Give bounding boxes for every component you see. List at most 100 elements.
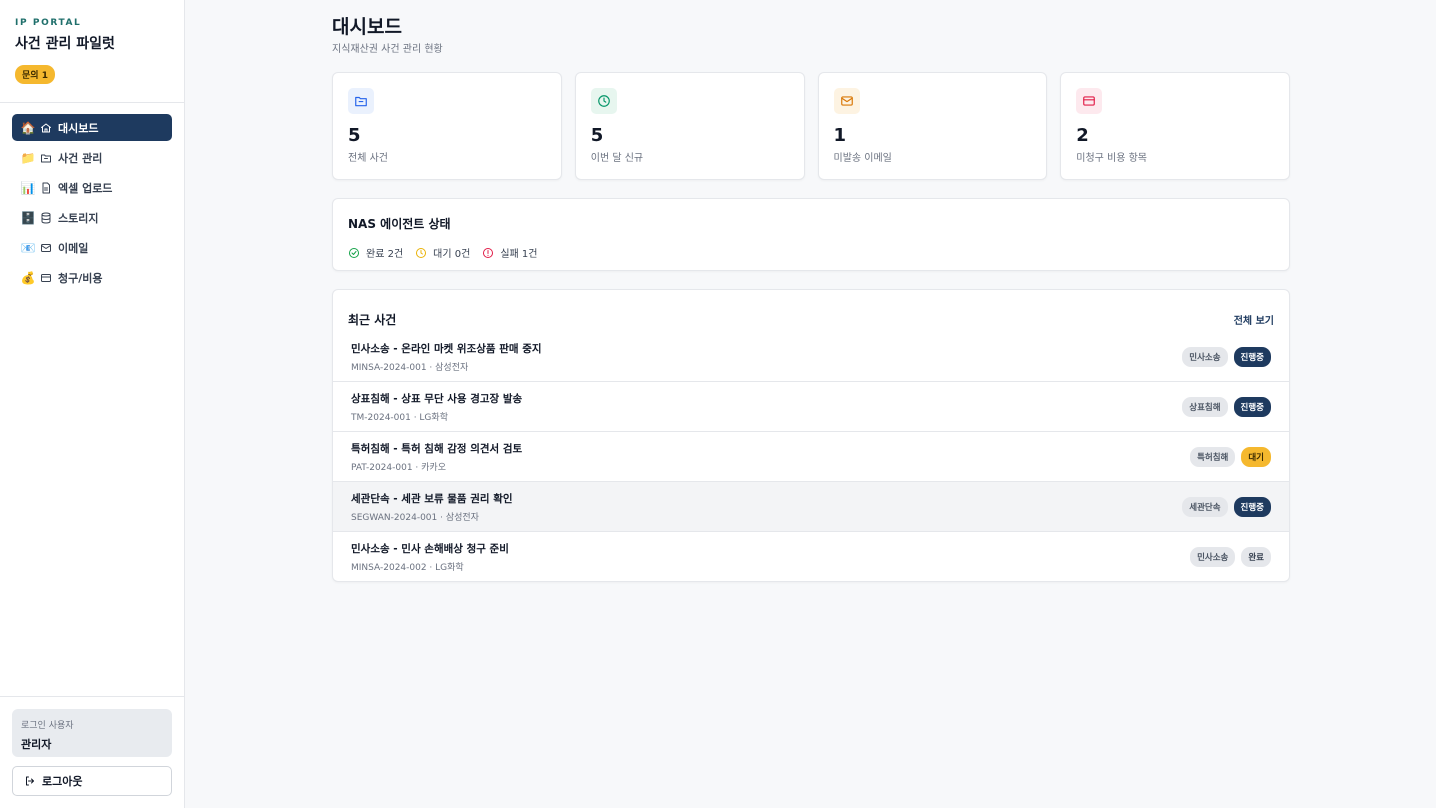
case-meta: PAT-2024-001 · 카카오 [351, 462, 446, 473]
logout-icon [26, 776, 34, 786]
logout-label: 로그아웃 [42, 775, 83, 788]
user-name: 관리자 [21, 738, 52, 751]
case-row[interactable]: 민사소송 - 온라인 마켓 위조상품 판매 중지 MINSA-2024-001 … [333, 332, 1289, 382]
cabinet-emoji-icon: 🗄️ [20, 210, 36, 225]
alert-circle-icon [483, 247, 494, 258]
category-badge: 세관단속 [1182, 496, 1228, 517]
nas-status-done: 완료 2건 [348, 245, 403, 260]
stat-value: 5 [590, 125, 604, 146]
stat-cards: 5 전체 사건 5 이번 달 신규 1 미발송 이메일 2 미청구 비용 항목 [332, 72, 1290, 180]
house-emoji-icon: 🏠 [20, 120, 36, 135]
clock-icon [416, 247, 427, 258]
database-icon [40, 212, 52, 224]
nas-wait-label: 대기 0건 [433, 249, 471, 260]
status-badge: 진행중 [1233, 396, 1271, 417]
status-badge: 진행중 [1233, 496, 1271, 517]
user-card: 로그인 사용자 관리자 [12, 709, 172, 757]
email-emoji-icon: 📧 [20, 240, 36, 255]
stat-value: 1 [833, 125, 847, 146]
stat-label: 전체 사건 [348, 153, 388, 164]
brand: IP PORTAL 사건 관리 파일럿 문의 1 [0, 0, 184, 103]
folder-emoji-icon: 📁 [20, 150, 36, 165]
stat-label: 미청구 비용 항목 [1076, 153, 1148, 164]
clock-icon [590, 88, 617, 114]
moneybag-emoji-icon: 💰 [20, 270, 36, 285]
nas-status-wait: 대기 0건 [415, 245, 470, 260]
case-badges: 민사소송 완료 [1190, 547, 1271, 567]
recent-cases-header: 최근 사건 전체 보기 [333, 290, 1289, 331]
nas-status-row: 완료 2건 대기 0건 실패 1건 [348, 245, 1274, 260]
inquiry-badge[interactable]: 문의 1 [15, 65, 55, 84]
stat-card-new-this-month[interactable]: 5 이번 달 신규 [574, 72, 805, 180]
check-circle-icon [349, 247, 359, 258]
sidebar-item-excel-upload[interactable]: 📊 엑셀 업로드 [12, 174, 172, 201]
sidebar-item-label: 이메일 [58, 241, 89, 255]
stat-card-unsent-email[interactable]: 1 미발송 이메일 [817, 72, 1048, 180]
case-title: 상표침해 - 상표 무단 사용 경고장 발송 [351, 392, 523, 405]
sidebar-item-email[interactable]: 📧 이메일 [12, 234, 172, 261]
status-badge: 완료 [1241, 547, 1271, 567]
page-title: 대시보드 [332, 16, 402, 38]
case-badges: 특허침해 대기 [1190, 446, 1271, 467]
case-title: 세관단속 - 세관 보류 물품 권리 확인 [351, 492, 513, 505]
case-info: 상표침해 - 상표 무단 사용 경고장 발송 TM-2024-001 · LG화… [351, 391, 522, 423]
mail-icon [40, 242, 52, 254]
case-badges: 민사소송 진행중 [1182, 346, 1271, 367]
status-badge: 진행중 [1233, 346, 1271, 367]
sidebar-item-label: 스토리지 [58, 211, 99, 225]
case-meta: SEGWAN-2024-001 · 삼성전자 [351, 512, 479, 523]
stat-card-total-cases[interactable]: 5 전체 사건 [332, 72, 562, 180]
brand-kicker: IP PORTAL [15, 18, 82, 28]
user-label: 로그인 사용자 [21, 721, 74, 731]
case-info: 민사소송 - 민사 손해배상 청구 준비 MINSA-2024-002 · LG… [351, 541, 509, 573]
stat-label: 미발송 이메일 [833, 153, 892, 164]
sidebar-item-billing[interactable]: 💰 청구/비용 [12, 264, 172, 291]
nas-done-label: 완료 2건 [366, 249, 404, 260]
stat-value: 2 [1076, 125, 1089, 146]
page-subtitle: 지식재산권 사건 관리 현황 [332, 44, 443, 55]
recent-cases-panel: 최근 사건 전체 보기 민사소송 - 온라인 마켓 위조상품 판매 중지 MIN… [332, 289, 1290, 582]
sidebar: IP PORTAL 사건 관리 파일럿 문의 1 🏠 대시보드 📁 사건 관리 … [0, 0, 185, 808]
logout-button[interactable]: 로그아웃 [12, 766, 172, 796]
nas-status-fail: 실패 1건 [482, 245, 537, 260]
sidebar-footer: 로그인 사용자 관리자 로그아웃 [0, 696, 184, 808]
stat-card-unbilled-costs[interactable]: 2 미청구 비용 항목 [1060, 72, 1290, 180]
case-row[interactable]: 세관단속 - 세관 보류 물품 권리 확인 SEGWAN-2024-001 · … [333, 482, 1289, 532]
category-badge: 상표침해 [1182, 396, 1228, 417]
sidebar-item-dashboard[interactable]: 🏠 대시보드 [12, 114, 172, 141]
stat-label: 이번 달 신규 [590, 153, 644, 164]
recent-cases-title: 최근 사건 [348, 312, 397, 327]
case-row[interactable]: 민사소송 - 민사 손해배상 청구 준비 MINSA-2024-002 · LG… [333, 532, 1289, 581]
sidebar-item-cases[interactable]: 📁 사건 관리 [12, 144, 172, 171]
folder-icon [40, 152, 52, 164]
view-all-link[interactable]: 전체 보기 [1234, 312, 1274, 327]
sidebar-item-label: 청구/비용 [58, 271, 103, 285]
case-info: 민사소송 - 온라인 마켓 위조상품 판매 중지 MINSA-2024-001 … [351, 341, 542, 373]
nas-fail-label: 실패 1건 [500, 249, 538, 260]
case-info: 특허침해 - 특허 침해 감정 의견서 검토 PAT-2024-001 · 카카… [351, 441, 522, 473]
recent-cases-list: 민사소송 - 온라인 마켓 위조상품 판매 중지 MINSA-2024-001 … [333, 332, 1289, 581]
case-row[interactable]: 특허침해 - 특허 침해 감정 의견서 검토 PAT-2024-001 · 카카… [333, 432, 1289, 482]
card-icon [40, 272, 52, 284]
case-badges: 세관단속 진행중 [1182, 496, 1271, 517]
category-badge: 민사소송 [1190, 547, 1236, 567]
sidebar-item-label: 사건 관리 [58, 151, 103, 165]
case-info: 세관단속 - 세관 보류 물품 권리 확인 SEGWAN-2024-001 · … [351, 491, 513, 523]
sidebar-nav: 🏠 대시보드 📁 사건 관리 📊 엑셀 업로드 🗄️ 스토리지 📧 이메일 💰 [0, 103, 184, 305]
sidebar-item-storage[interactable]: 🗄️ 스토리지 [12, 204, 172, 231]
brand-title: 사건 관리 파일럿 [15, 36, 115, 52]
mail-icon [833, 88, 860, 114]
case-meta: TM-2024-001 · LG화학 [351, 412, 448, 423]
status-badge: 대기 [1241, 446, 1271, 467]
category-badge: 민사소송 [1182, 346, 1228, 367]
case-title: 특허침해 - 특허 침해 감정 의견서 검토 [351, 442, 523, 455]
sidebar-item-label: 대시보드 [58, 121, 99, 135]
card-icon [1076, 88, 1103, 114]
nas-panel-title: NAS 에이전트 상태 [348, 217, 451, 231]
case-title: 민사소송 - 온라인 마켓 위조상품 판매 중지 [351, 342, 542, 355]
stat-value: 5 [348, 125, 361, 146]
case-row[interactable]: 상표침해 - 상표 무단 사용 경고장 발송 TM-2024-001 · LG화… [333, 382, 1289, 432]
file-icon [40, 182, 52, 194]
case-badges: 상표침해 진행중 [1182, 396, 1271, 417]
case-meta: MINSA-2024-002 · LG화학 [351, 563, 464, 573]
